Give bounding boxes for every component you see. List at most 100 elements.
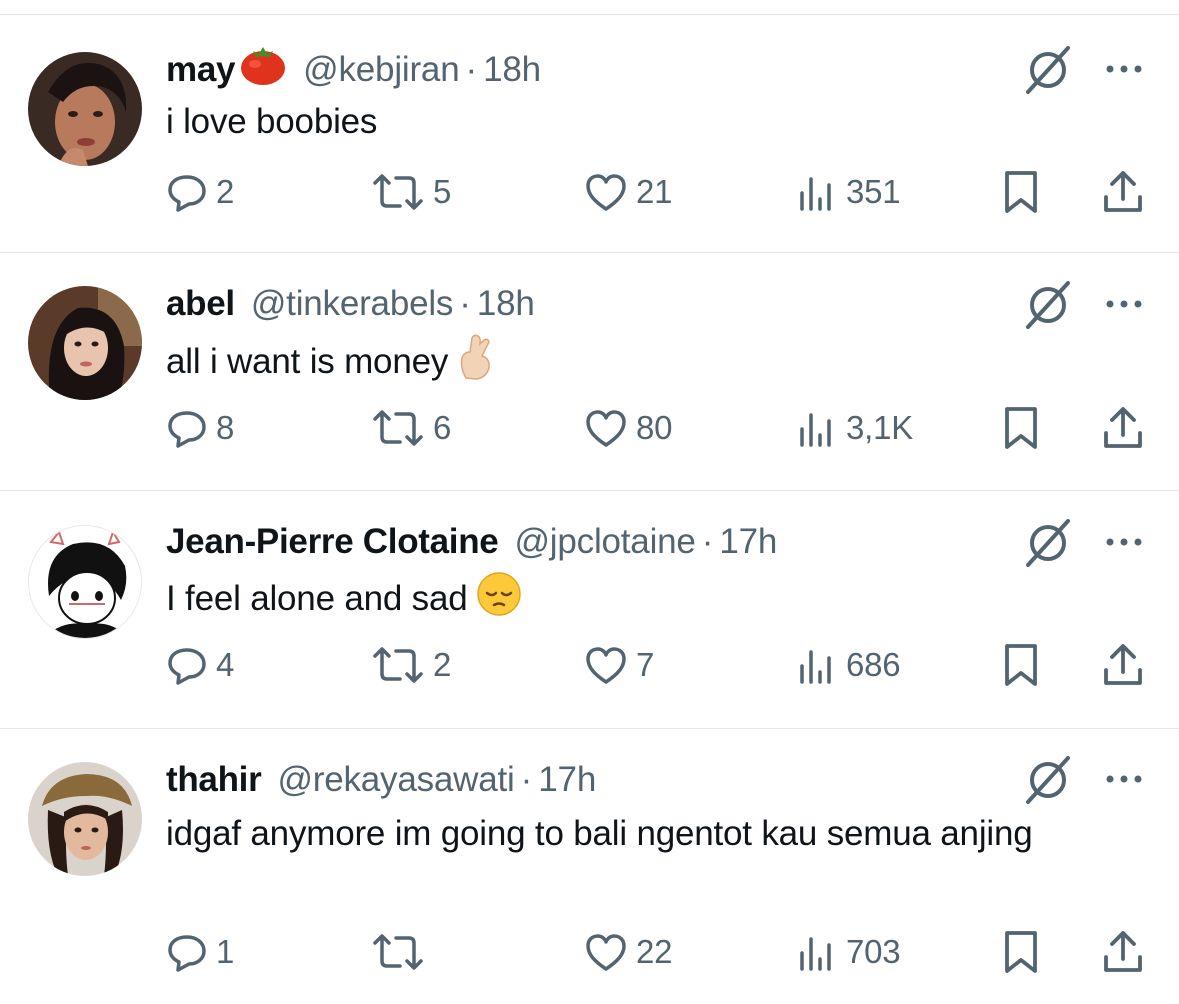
views-bar-chart-icon: [796, 644, 838, 686]
more-dots-icon[interactable]: [1102, 532, 1146, 552]
bookmark-button[interactable]: [1000, 928, 1042, 976]
tweet-text-content: i love boobies: [166, 102, 378, 141]
separator: ·: [459, 284, 471, 323]
display-name[interactable]: abel: [166, 280, 235, 328]
timestamp[interactable]: 18h: [483, 46, 541, 94]
retweet-count: 6: [433, 409, 452, 446]
like-count: 21: [636, 173, 673, 210]
like-button[interactable]: 21: [584, 168, 673, 216]
views-count: 703: [846, 933, 901, 970]
action-bar: 4 2 7 686: [166, 641, 1156, 689]
timestamp[interactable]: 17h: [719, 518, 777, 566]
reply-button[interactable]: 4: [166, 641, 234, 689]
avatar[interactable]: [28, 762, 142, 876]
retweet-icon: [371, 171, 425, 213]
bookmark-icon: [1000, 929, 1042, 975]
tweet-header: abel @tinkerabels · 18h: [166, 280, 535, 328]
tweet[interactable]: abel @tinkerabels · 18h all i want is mo…: [0, 253, 1179, 490]
tweet[interactable]: Jean-Pierre Clotaine @jpclotaine · 17h I…: [0, 491, 1179, 728]
more-dots-icon[interactable]: [1102, 59, 1146, 79]
avatar[interactable]: [28, 52, 142, 166]
display-name[interactable]: Jean-Pierre Clotaine: [166, 518, 499, 566]
pensive-face-emoji: [476, 571, 522, 630]
tweet[interactable]: may @kebjiran · 18h i love boobies 2 5 2…: [0, 0, 1179, 252]
share-button[interactable]: [1102, 928, 1144, 976]
grok-slash-icon[interactable]: [1020, 752, 1076, 808]
timestamp[interactable]: 18h: [477, 280, 535, 328]
bookmark-button[interactable]: [1000, 168, 1042, 216]
retweet-button[interactable]: 6: [371, 404, 451, 452]
views-button[interactable]: 686: [796, 641, 901, 689]
tweet-header: thahir @rekayasawati · 17h: [166, 756, 596, 804]
tomato-emoji: [239, 42, 287, 99]
views-button[interactable]: 351: [796, 168, 901, 216]
tweet[interactable]: thahir @rekayasawati · 17h idgaf anymore…: [0, 729, 1179, 1004]
views-bar-chart-icon: [796, 407, 838, 449]
reply-count: 4: [216, 646, 235, 683]
separator: ·: [701, 522, 714, 561]
more-dots-icon[interactable]: [1102, 294, 1146, 314]
retweet-button[interactable]: [371, 928, 433, 976]
action-bar: 2 5 21 351: [166, 168, 1156, 216]
retweet-button[interactable]: 2: [371, 641, 451, 689]
share-icon: [1102, 929, 1144, 975]
user-handle[interactable]: @rekayasawati: [277, 756, 514, 804]
tweet-text: all i want is money: [166, 334, 1066, 393]
bookmark-button[interactable]: [1000, 404, 1042, 452]
like-button[interactable]: 7: [584, 641, 654, 689]
timestamp[interactable]: 17h: [538, 756, 596, 804]
display-name[interactable]: may: [166, 46, 235, 94]
reply-count: 2: [216, 173, 235, 210]
reply-button[interactable]: 8: [166, 404, 234, 452]
more-dots-icon[interactable]: [1102, 769, 1146, 789]
tweet-header: may @kebjiran · 18h: [166, 46, 541, 94]
user-handle[interactable]: @tinkerabels: [251, 280, 454, 328]
views-count: 3,1K: [846, 409, 914, 446]
grok-slash-icon[interactable]: [1020, 277, 1076, 333]
like-count: 7: [636, 646, 655, 683]
separator: ·: [465, 50, 478, 89]
display-name[interactable]: thahir: [166, 756, 262, 804]
share-icon: [1102, 642, 1144, 688]
action-bar: 1 22 703: [166, 928, 1156, 976]
tweet-text: idgaf anymore im going to bali ngentot k…: [166, 810, 1056, 858]
avatar[interactable]: [28, 525, 142, 639]
user-handle[interactable]: @kebjiran: [303, 46, 460, 94]
heart-icon: [584, 407, 628, 449]
reply-icon: [166, 644, 208, 686]
reply-count: 8: [216, 409, 235, 446]
reply-count: 1: [216, 933, 235, 970]
reply-icon: [166, 931, 208, 973]
grok-slash-icon[interactable]: [1020, 515, 1076, 571]
avatar[interactable]: [28, 286, 142, 400]
crossed-fingers-emoji: [456, 334, 496, 393]
views-bar-chart-icon: [796, 931, 838, 973]
views-button[interactable]: 703: [796, 928, 901, 976]
user-handle[interactable]: @jpclotaine: [514, 518, 695, 566]
tweet-text: I feel alone and sad: [166, 571, 1066, 630]
reply-button[interactable]: 2: [166, 168, 234, 216]
tweet-header: Jean-Pierre Clotaine @jpclotaine · 17h: [166, 518, 777, 566]
like-button[interactable]: 22: [584, 928, 673, 976]
retweet-button[interactable]: 5: [371, 168, 451, 216]
retweet-count: 5: [433, 173, 452, 210]
share-button[interactable]: [1102, 404, 1144, 452]
bookmark-icon: [1000, 405, 1042, 451]
tweet-text-content: all i want is money: [166, 341, 449, 381]
share-icon: [1102, 405, 1144, 451]
share-button[interactable]: [1102, 641, 1144, 689]
retweet-icon: [371, 644, 425, 686]
like-button[interactable]: 80: [584, 404, 673, 452]
reply-icon: [166, 407, 208, 449]
views-count: 686: [846, 646, 901, 683]
bookmark-button[interactable]: [1000, 641, 1042, 689]
heart-icon: [584, 644, 628, 686]
heart-icon: [584, 171, 628, 213]
like-count: 80: [636, 409, 673, 446]
grok-slash-icon[interactable]: [1020, 42, 1076, 98]
reply-button[interactable]: 1: [166, 928, 234, 976]
retweet-icon: [371, 407, 425, 449]
share-button[interactable]: [1102, 168, 1144, 216]
views-button[interactable]: 3,1K: [796, 404, 913, 452]
reply-icon: [166, 171, 208, 213]
